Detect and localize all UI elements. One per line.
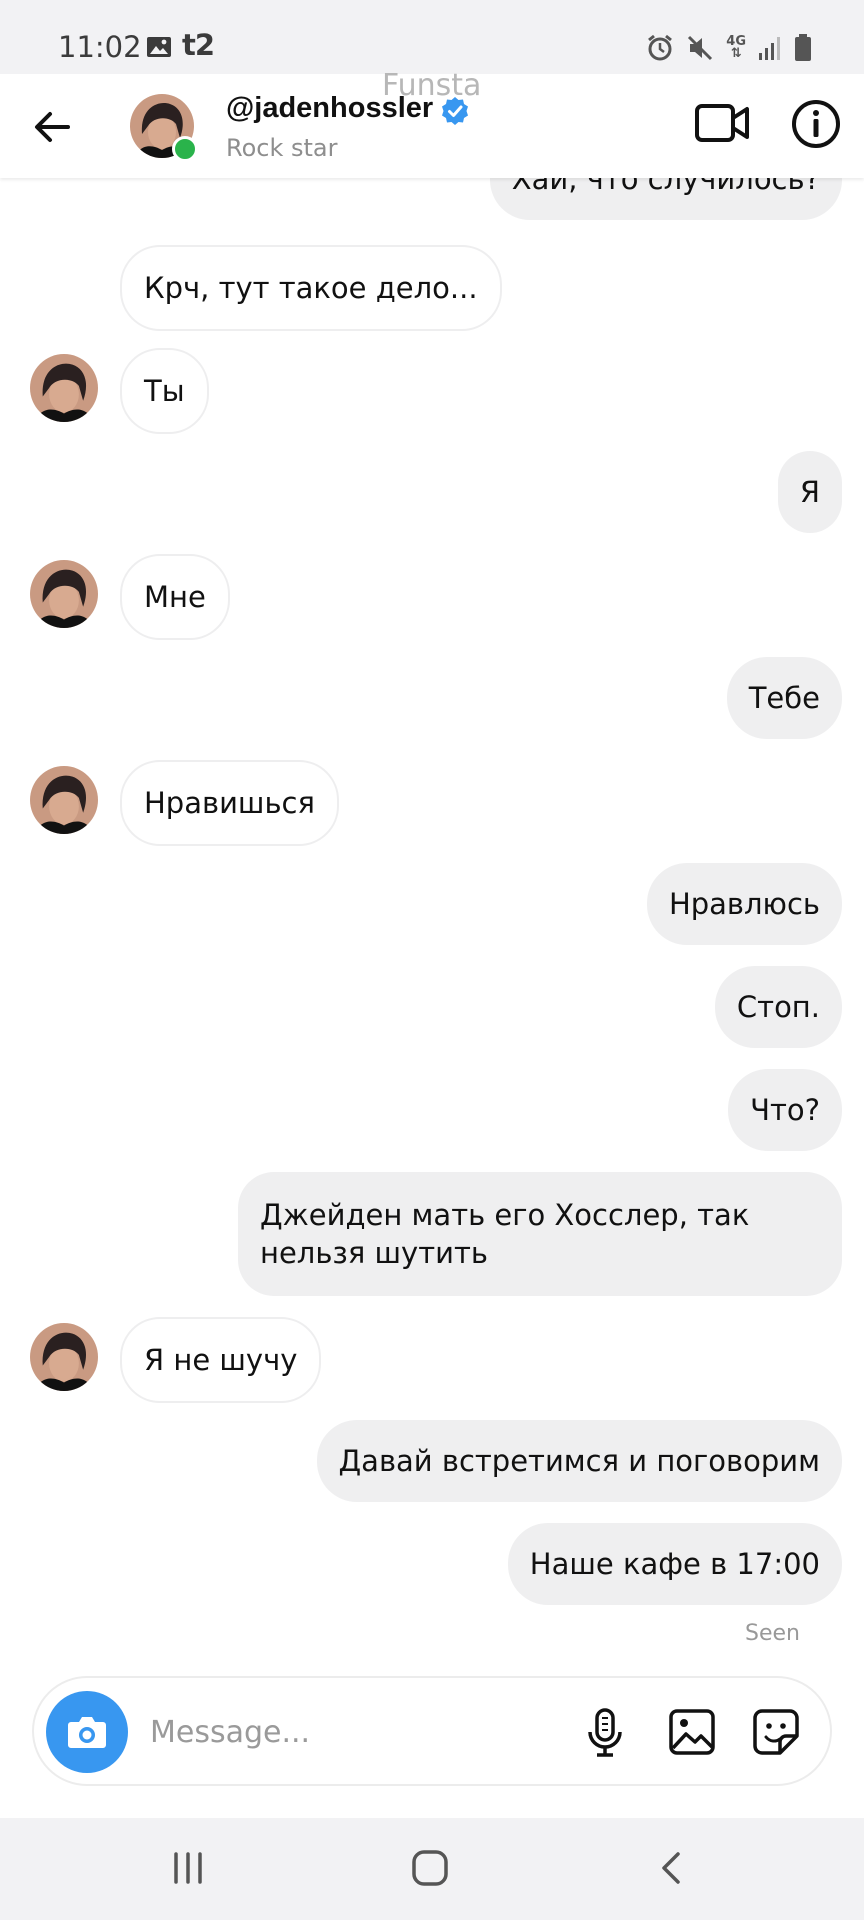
network-indicator: 4G ⇅ bbox=[726, 35, 746, 61]
message-thread[interactable]: Хаи, что случилось? Крч, тут такое дело.… bbox=[0, 178, 864, 1668]
outgoing-message[interactable]: Стоп. bbox=[714, 966, 842, 1048]
avatar[interactable] bbox=[30, 1323, 98, 1391]
message-input[interactable] bbox=[148, 1708, 482, 1756]
incoming-message[interactable]: Ты bbox=[120, 348, 209, 434]
incoming-message[interactable]: Крч, тут такое дело... bbox=[120, 245, 502, 331]
status-bar: 11:02 t2 4G ⇅ bbox=[0, 0, 864, 74]
seen-receipt: Seen bbox=[745, 1621, 800, 1646]
avatar-photo bbox=[30, 354, 98, 422]
network-arrows-icon: ⇅ bbox=[730, 46, 742, 61]
outgoing-message[interactable]: Наше кафе в 17:00 bbox=[507, 1523, 842, 1605]
avatar[interactable] bbox=[30, 766, 98, 834]
camera-button[interactable] bbox=[46, 1691, 128, 1773]
message-composer bbox=[32, 1676, 832, 1786]
incoming-message[interactable]: Мне bbox=[120, 554, 230, 640]
back-icon[interactable] bbox=[656, 1848, 686, 1888]
mute-icon bbox=[688, 35, 713, 61]
gallery-notification-icon bbox=[147, 37, 171, 57]
avatar-photo bbox=[30, 1323, 98, 1391]
microphone-icon[interactable] bbox=[582, 1708, 628, 1758]
avatar-photo bbox=[30, 766, 98, 834]
outgoing-message[interactable]: Я bbox=[777, 451, 842, 533]
outgoing-message[interactable]: Что? bbox=[728, 1069, 842, 1151]
back-arrow-icon[interactable] bbox=[30, 104, 76, 150]
camera-icon bbox=[68, 1717, 106, 1748]
status-icons: 4G ⇅ bbox=[646, 32, 812, 64]
home-icon[interactable] bbox=[410, 1848, 450, 1888]
user-status: Rock star bbox=[226, 134, 338, 162]
info-icon[interactable] bbox=[790, 98, 842, 150]
outgoing-message[interactable]: Тебе bbox=[726, 657, 842, 739]
outgoing-message[interactable]: Джейден мать его Хосслер, так нельзя шут… bbox=[238, 1172, 842, 1296]
sticker-icon[interactable] bbox=[752, 1708, 800, 1756]
outgoing-message[interactable]: Нравлюсь bbox=[646, 863, 842, 945]
avatar[interactable] bbox=[30, 354, 98, 422]
recent-apps-icon[interactable] bbox=[168, 1848, 208, 1888]
status-time: 11:02 bbox=[58, 30, 142, 64]
incoming-message[interactable]: Я не шучу bbox=[120, 1317, 322, 1403]
gallery-icon[interactable] bbox=[668, 1708, 716, 1756]
outgoing-message[interactable]: Хаи, что случилось? bbox=[489, 178, 842, 220]
signal-icon bbox=[759, 37, 780, 60]
video-call-icon[interactable] bbox=[694, 98, 750, 148]
online-status-dot bbox=[172, 136, 198, 162]
carrier-label: t2 bbox=[182, 28, 215, 62]
alarm-icon bbox=[648, 34, 673, 61]
avatar[interactable] bbox=[30, 560, 98, 628]
outgoing-message[interactable]: Давай встретимся и поговорим bbox=[316, 1420, 842, 1502]
avatar-photo bbox=[30, 560, 98, 628]
watermark-text: Funsta bbox=[382, 68, 482, 103]
system-nav-bar bbox=[0, 1818, 864, 1920]
battery-icon bbox=[795, 34, 811, 61]
incoming-message[interactable]: Нравишься bbox=[120, 760, 339, 846]
